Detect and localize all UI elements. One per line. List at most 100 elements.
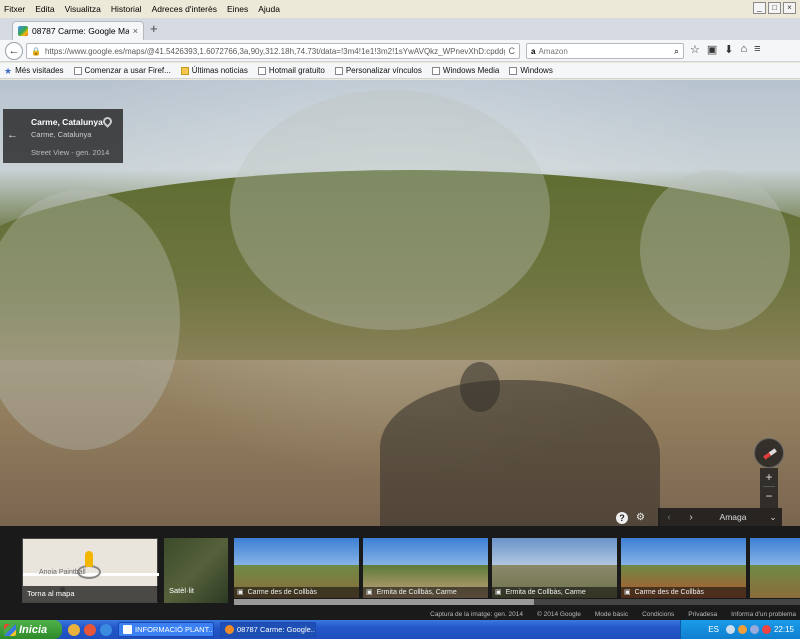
system-tray: ES 22:15 — [680, 620, 800, 639]
help-icon[interactable]: ? — [616, 512, 628, 524]
settings-gear-icon[interactable]: ⚙ — [636, 512, 645, 524]
home-icon[interactable]: ⌂ — [741, 43, 748, 56]
search-icon[interactable]: ⌕ — [674, 46, 679, 57]
tray-icon[interactable] — [761, 625, 771, 634]
copyright: © 2014 Google — [537, 610, 581, 618]
quick-launch-icon[interactable] — [68, 623, 80, 636]
menu-bookmarks[interactable]: Adreces d'interès — [152, 4, 217, 14]
search-placeholder[interactable]: Amazon — [538, 47, 671, 56]
page-icon — [257, 66, 266, 75]
back-to-map-arrow-icon[interactable]: ← — [7, 129, 18, 141]
menu-tools[interactable]: Eines — [227, 4, 248, 14]
compass-icon[interactable] — [754, 438, 784, 468]
bookmark-hotmail[interactable]: Hotmail gratuito — [257, 66, 325, 75]
menu-file[interactable]: Fitxer — [4, 4, 25, 14]
location-name: Carme, Catalunya — [31, 117, 103, 127]
menu-edit[interactable]: Edita — [35, 4, 54, 14]
maximize-button[interactable]: □ — [768, 2, 781, 14]
mini-map[interactable]: Anoia Paintball Torna al mapa — [22, 538, 159, 603]
tab-close-icon[interactable]: × — [133, 26, 138, 36]
taskbar-button-document[interactable]: INFORMACIÓ PLANT... — [118, 622, 214, 637]
window-controls: _ □ × — [753, 2, 796, 14]
chevron-down-icon[interactable]: ⌄ — [764, 512, 782, 523]
satellite-thumbnail[interactable]: Satèl·lit — [164, 538, 228, 603]
filmstrip-scrollbar[interactable] — [234, 599, 800, 605]
bookmark-getting-started[interactable]: Comenzar a usar Firef... — [73, 66, 171, 75]
capture-date-credit: Captura de la imatge: gen. 2014 — [430, 610, 523, 618]
star-icon: ★ — [4, 65, 13, 76]
bookmark-label: Hotmail gratuito — [268, 66, 325, 75]
poi-label: Anoia Paintball — [39, 569, 86, 576]
location-subtitle: Carme, Catalunya — [31, 130, 92, 139]
close-window-button[interactable]: × — [783, 2, 796, 14]
camera-icon: ▣ — [237, 589, 244, 596]
windows-flag-icon — [4, 623, 16, 636]
photo-filmstrip: Anoia Paintball Torna al mapa Satèl·lit … — [0, 526, 800, 608]
tray-icon[interactable] — [749, 625, 759, 634]
menu-help[interactable]: Ajuda — [258, 4, 280, 14]
bookmark-star-icon[interactable]: ☆ — [690, 43, 700, 56]
quick-launch-icon[interactable] — [100, 623, 112, 636]
menu-hamburger-icon[interactable]: ≡ — [754, 43, 760, 56]
photo-caption: ▣ Ermita de Collbàs, Carme — [363, 587, 488, 598]
scrollbar-thumb[interactable] — [234, 599, 534, 605]
photographer-shadow-head — [460, 362, 500, 412]
menu-bar: Fitxer Edita Visualitza Historial Adrece… — [0, 0, 800, 18]
reload-icon[interactable]: C — [509, 46, 516, 56]
photo-thumbnail[interactable] — [750, 538, 800, 598]
previous-image-button[interactable]: ‹ — [658, 512, 680, 523]
language-indicator[interactable]: ES — [708, 625, 719, 634]
map-pin-icon[interactable] — [101, 115, 114, 128]
tray-icon[interactable] — [725, 625, 735, 634]
new-tab-button[interactable]: + — [150, 22, 158, 36]
url-text[interactable]: https://www.google.es/maps/@41.5426393,1… — [45, 47, 505, 56]
bookmark-label: Personalizar vínculos — [345, 66, 422, 75]
page-icon — [73, 66, 82, 75]
photo-thumbnail[interactable]: ▣ Carme des de Collbàs — [621, 538, 746, 598]
quick-launch-icon[interactable] — [84, 623, 96, 636]
terms-link[interactable]: Condicions — [642, 611, 674, 618]
street-view-tools: ? ⚙ — [616, 512, 645, 524]
hide-filmstrip-button[interactable]: Amaga — [702, 512, 764, 522]
privacy-link[interactable]: Privadesa — [688, 611, 717, 618]
tab-google-maps[interactable]: 08787 Carme: Google Maps × — [12, 21, 144, 40]
bookmark-windows[interactable]: Windows — [509, 66, 553, 75]
amazon-engine-icon[interactable]: a — [531, 47, 535, 56]
start-button[interactable]: Inicia — [0, 620, 62, 639]
bare-tree — [230, 90, 550, 330]
downloads-icon[interactable]: ⬇ — [724, 43, 733, 56]
tray-icon[interactable] — [737, 625, 747, 634]
reading-list-icon[interactable]: ▣ — [707, 43, 717, 56]
photo-thumbnail[interactable]: ▣ Ermita de Collbàs, Carme — [492, 538, 617, 598]
search-bar[interactable]: a Amazon ⌕ — [526, 43, 684, 59]
map-credits: Captura de la imatge: gen. 2014 © 2014 G… — [0, 608, 800, 620]
windows-taskbar: Inicia INFORMACIÓ PLANT... 08787 Carme: … — [0, 620, 800, 639]
lite-mode-link[interactable]: Mode bàsic — [595, 611, 628, 618]
imagery-nav-strip: ‹ › Amaga ⌄ — [658, 508, 782, 526]
page-icon — [334, 66, 343, 75]
location-card: ← Carme, Catalunya Carme, Catalunya Stre… — [3, 109, 123, 163]
back-to-map-button[interactable]: Torna al mapa — [23, 586, 159, 602]
bookmark-customize-links[interactable]: Personalizar vínculos — [334, 66, 422, 75]
tab-strip: 08787 Carme: Google Maps × + — [0, 18, 800, 40]
photo-thumbnail[interactable]: ▣ Ermita de Collbàs, Carme — [363, 538, 488, 598]
page-icon — [431, 66, 440, 75]
bookmark-most-visited[interactable]: ★ Més visitades — [4, 66, 64, 75]
photo-thumbnail[interactable]: ▣ Carme des de Collbàs — [234, 538, 359, 598]
report-problem-link[interactable]: Informa d'un problema — [731, 611, 796, 618]
lock-icon: 🔒 — [31, 46, 41, 56]
menu-history[interactable]: Historial — [111, 4, 142, 14]
url-bar[interactable]: 🔒 https://www.google.es/maps/@41.5426393… — [26, 43, 520, 59]
firefox-icon — [225, 625, 234, 634]
taskbar-button-firefox[interactable]: 08787 Carme: Google... — [220, 622, 316, 637]
minimize-button[interactable]: _ — [753, 2, 766, 14]
bookmark-latest-news[interactable]: Últimas noticias — [180, 66, 248, 75]
zoom-out-button[interactable]: − — [760, 487, 778, 505]
bookmark-windows-media[interactable]: Windows Media — [431, 66, 499, 75]
back-button[interactable]: ← — [5, 42, 23, 60]
street-view-panorama[interactable]: ← Carme, Catalunya Carme, Catalunya Stre… — [0, 80, 800, 526]
photo-caption: ▣ Carme des de Collbàs — [234, 587, 359, 598]
menu-view[interactable]: Visualitza — [65, 4, 101, 14]
zoom-in-button[interactable]: + — [760, 468, 778, 486]
next-image-button[interactable]: › — [680, 512, 702, 523]
